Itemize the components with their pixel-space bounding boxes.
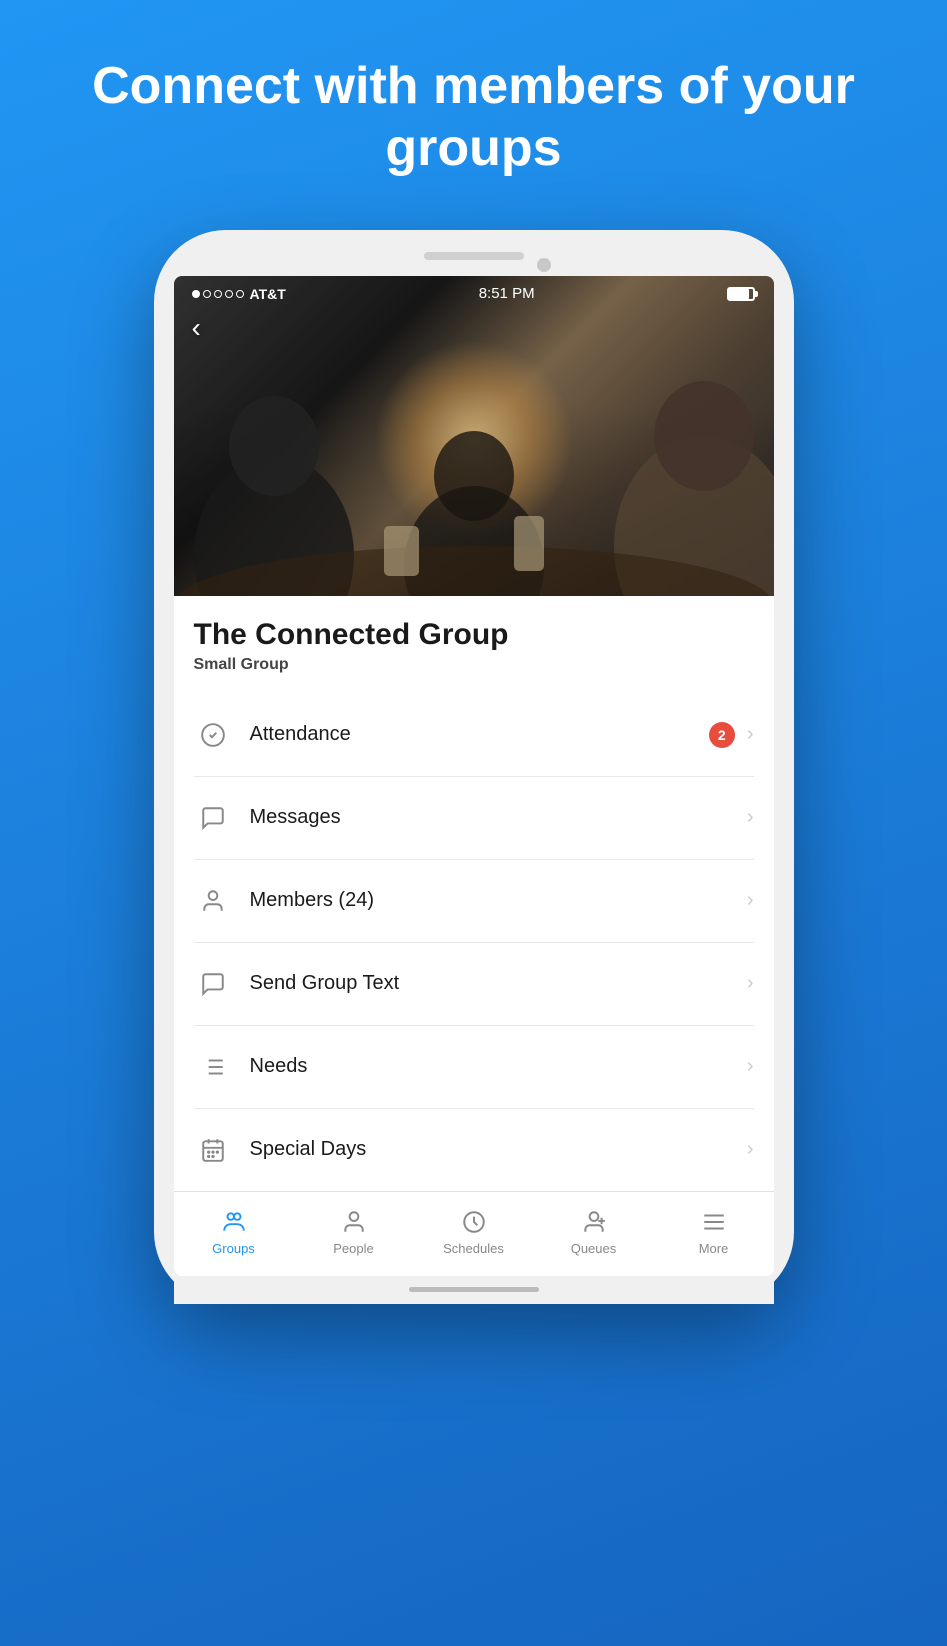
- status-bar: AT&T 8:51 PM: [174, 276, 774, 312]
- queues-nav-label: Queues: [571, 1241, 617, 1256]
- phone-mockup: AT&T 8:51 PM ‹ The Connected Group Small…: [154, 230, 794, 1304]
- menu-item-send-group-text[interactable]: Send Group Text ›: [194, 943, 754, 1026]
- nav-item-groups[interactable]: Groups: [174, 1202, 294, 1262]
- menu-item-needs[interactable]: Needs ›: [194, 1026, 754, 1109]
- groups-nav-label: Groups: [212, 1241, 255, 1256]
- schedules-nav-label: Schedules: [443, 1241, 504, 1256]
- send-group-text-icon: [194, 965, 232, 1003]
- home-indicator: [409, 1287, 539, 1292]
- needs-label: Needs: [250, 1055, 747, 1078]
- back-button[interactable]: ‹: [192, 312, 201, 344]
- members-label: Members (24): [250, 889, 747, 912]
- messages-chevron: ›: [747, 806, 754, 829]
- signal-dot-3: [214, 290, 222, 298]
- more-nav-label: More: [699, 1241, 729, 1256]
- signal-indicator: [192, 290, 244, 298]
- attendance-label: Attendance: [250, 723, 709, 746]
- bottom-nav: Groups People: [174, 1191, 774, 1276]
- members-chevron: ›: [747, 889, 754, 912]
- signal-dot-4: [225, 290, 233, 298]
- special-days-icon: [194, 1131, 232, 1169]
- content-area: The Connected Group Small Group Attendan…: [174, 596, 774, 1191]
- group-name: The Connected Group: [194, 618, 754, 651]
- messages-label: Messages: [250, 806, 747, 829]
- needs-chevron: ›: [747, 1055, 754, 1078]
- menu-item-members[interactable]: Members (24) ›: [194, 860, 754, 943]
- nav-item-people[interactable]: People: [294, 1202, 414, 1262]
- send-group-text-chevron: ›: [747, 972, 754, 995]
- people-nav-label: People: [333, 1241, 373, 1256]
- status-bar-time: 8:51 PM: [479, 285, 535, 302]
- phone-screen: AT&T 8:51 PM ‹ The Connected Group Small…: [174, 276, 774, 1276]
- signal-dot-5: [236, 290, 244, 298]
- hero-image-bg: [174, 276, 774, 596]
- messages-icon: [194, 799, 232, 837]
- signal-dot-1: [192, 290, 200, 298]
- phone-speaker: [424, 252, 524, 260]
- schedules-nav-icon: [460, 1208, 488, 1236]
- members-icon: [194, 882, 232, 920]
- nav-item-more[interactable]: More: [654, 1202, 774, 1262]
- menu-item-messages[interactable]: Messages ›: [194, 777, 754, 860]
- hero-image: AT&T 8:51 PM ‹: [174, 276, 774, 596]
- people-nav-icon: [340, 1208, 368, 1236]
- carrier-label: AT&T: [250, 286, 286, 302]
- attendance-chevron: ›: [747, 723, 754, 746]
- attendance-badge: 2: [709, 722, 735, 748]
- battery-icon: [727, 287, 755, 301]
- nav-item-queues[interactable]: Queues: [534, 1202, 654, 1262]
- phone-camera: [537, 258, 551, 272]
- more-nav-icon: [700, 1208, 728, 1236]
- menu-item-attendance[interactable]: Attendance 2 ›: [194, 694, 754, 777]
- nav-item-schedules[interactable]: Schedules: [414, 1202, 534, 1262]
- needs-icon: [194, 1048, 232, 1086]
- status-bar-right: [727, 287, 755, 301]
- queues-nav-icon: [580, 1208, 608, 1236]
- special-days-chevron: ›: [747, 1138, 754, 1161]
- battery-fill: [729, 289, 748, 299]
- phone-home-bar: [174, 1276, 774, 1304]
- signal-dot-2: [203, 290, 211, 298]
- menu-item-special-days[interactable]: Special Days ›: [194, 1109, 754, 1191]
- hero-heading: Connect with members of your groups: [0, 55, 947, 180]
- groups-nav-icon: [220, 1208, 248, 1236]
- status-bar-left: AT&T: [192, 286, 286, 302]
- group-type: Small Group: [194, 656, 754, 674]
- attendance-icon: [194, 716, 232, 754]
- send-group-text-label: Send Group Text: [250, 972, 747, 995]
- menu-list: Attendance 2 › Messages ›: [194, 694, 754, 1191]
- special-days-label: Special Days: [250, 1138, 747, 1161]
